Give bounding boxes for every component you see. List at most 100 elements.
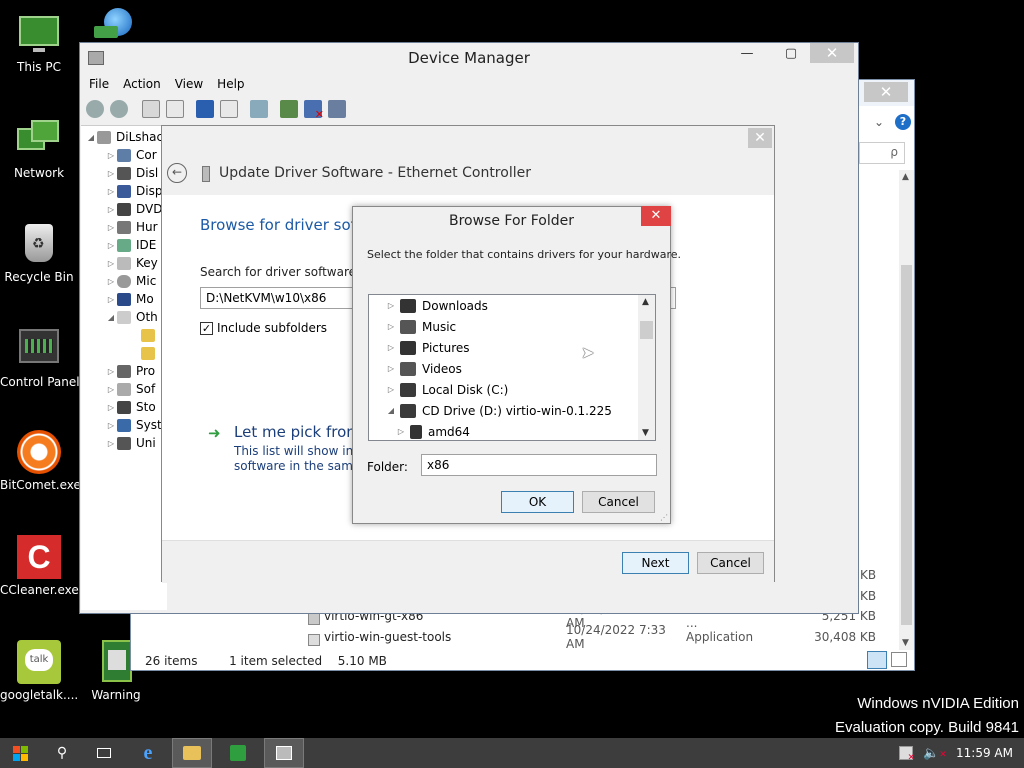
close-button[interactable]: ✕: [810, 43, 854, 63]
folder-node-pictures[interactable]: ▷ Pictures: [385, 337, 470, 358]
list-item[interactable]: virtio-win-guest-tools 10/24/2022 7:33 A…: [306, 623, 876, 651]
explorer-scrollbar[interactable]: ▲ ▼: [899, 170, 914, 650]
taskbar-device-manager[interactable]: [264, 738, 304, 768]
monitor-icon: [17, 12, 61, 56]
wizard-titlebar: ✕: [162, 126, 774, 153]
chevron-down-icon[interactable]: ⌄: [874, 115, 884, 129]
instruction-text: Select the folder that contains drivers …: [367, 248, 682, 261]
next-button[interactable]: Next: [622, 552, 689, 574]
desktop-icon-googletalk[interactable]: talk googletalk....: [0, 640, 78, 702]
tree-item[interactable]: ▷ Sof: [105, 380, 155, 398]
tree-item[interactable]: ▷ Cor: [105, 146, 157, 164]
downloads-folder-icon: [400, 298, 416, 313]
computer-icon: [117, 148, 131, 162]
warning-device-icon: [141, 346, 155, 360]
tree-item[interactable]: ◢ Oth: [105, 308, 158, 326]
forward-arrow-icon[interactable]: [110, 100, 128, 118]
folder-tree-scrollbar[interactable]: ▲ ▼: [638, 295, 655, 440]
desktop-icon-ccleaner[interactable]: C CCleaner.exe: [0, 535, 79, 597]
show-hide-tree-icon[interactable]: [166, 100, 184, 118]
clock[interactable]: 11:59 AM: [956, 746, 1013, 760]
tree-item[interactable]: ▷ Hur: [105, 218, 158, 236]
help-book-icon[interactable]: [196, 100, 214, 118]
folder-node-cd-drive[interactable]: ◢ CD Drive (D:) virtio-win-0.1.225: [385, 400, 612, 421]
folder-node-amd64[interactable]: ▷ amd64: [395, 421, 470, 440]
desktop-icon-this-pc[interactable]: This PC: [0, 12, 78, 74]
resize-grip-icon[interactable]: ⋰: [660, 513, 668, 522]
device-manager-icon: [276, 746, 292, 760]
tree-item[interactable]: ▷ DVD: [105, 200, 163, 218]
back-arrow-icon[interactable]: ←: [167, 163, 187, 183]
taskbar-internet-explorer[interactable]: e: [128, 738, 168, 768]
tree-item[interactable]: ▷ Disl: [105, 164, 158, 182]
watermark-edition: Windows nVIDIA Edition: [857, 695, 1019, 712]
tree-root[interactable]: ◢ DiLshac: [85, 128, 163, 146]
help-icon[interactable]: ?: [895, 114, 911, 130]
scan-hardware-icon[interactable]: [250, 100, 268, 118]
folder-node-local-disk[interactable]: ▷ Local Disk (C:): [385, 379, 508, 400]
folder-node-videos[interactable]: ▷ Videos: [385, 358, 462, 379]
folder-node-downloads[interactable]: ▷ Downloads: [385, 295, 488, 316]
desktop-icon-control-panel[interactable]: Control Panel: [0, 327, 80, 389]
maximize-button[interactable]: ▢: [776, 43, 806, 65]
folder-icon: [410, 424, 422, 439]
hard-drive-icon: [400, 382, 416, 397]
start-button[interactable]: [0, 738, 40, 768]
tree-item[interactable]: ▷ Key: [105, 254, 158, 272]
details-view-icon[interactable]: [867, 651, 887, 669]
scroll-up-icon[interactable]: ▲: [642, 297, 649, 307]
folder-tree[interactable]: ▷ Downloads ▷ Music ▷ Pictures ▷ Videos ▷ Loc…: [368, 294, 656, 441]
cancel-button[interactable]: Cancel: [582, 491, 655, 513]
tree-item[interactable]: ▷ Pro: [105, 362, 155, 380]
menu-view[interactable]: View: [175, 77, 203, 91]
scroll-down-icon[interactable]: ▼: [642, 428, 649, 438]
explorer-scroll-thumb[interactable]: [901, 265, 912, 625]
explorer-close-button[interactable]: ✕: [864, 82, 908, 102]
tree-item[interactable]: ▷ Mo: [105, 290, 154, 308]
tree-item[interactable]: ▷ Disp: [105, 182, 163, 200]
ok-button[interactable]: OK: [501, 491, 574, 513]
minimize-button[interactable]: —: [732, 43, 762, 65]
include-subfolders-checkbox[interactable]: ✓ Include subfolders: [200, 321, 327, 335]
browse-folder-titlebar: Browse For Folder ✕: [353, 206, 671, 233]
update-driver-icon[interactable]: [280, 100, 298, 118]
tree-item[interactable]: ▷ IDE: [105, 236, 156, 254]
tree-item[interactable]: ▷ Sto: [105, 398, 156, 416]
taskbar-file-explorer[interactable]: [172, 738, 212, 768]
enable-device-icon[interactable]: [328, 100, 346, 118]
recycle-bin-icon: ♻: [17, 222, 61, 266]
wizard-close-button[interactable]: ✕: [748, 128, 772, 148]
back-arrow-icon[interactable]: [86, 100, 104, 118]
bitcomet-icon: [17, 430, 61, 474]
tree-item[interactable]: [141, 326, 160, 344]
tree-item[interactable]: ▷ Syst: [105, 416, 162, 434]
taskbar-store[interactable]: [218, 738, 258, 768]
search-button[interactable]: ⚲: [42, 738, 82, 768]
task-view-button[interactable]: [84, 738, 124, 768]
properties-icon[interactable]: [142, 100, 160, 118]
tree-item[interactable]: ▷ Uni: [105, 434, 156, 452]
desktop-icon-recycle-bin[interactable]: ♻ Recycle Bin: [0, 222, 78, 284]
uninstall-icon[interactable]: ✕: [304, 100, 324, 121]
scroll-thumb[interactable]: [640, 321, 653, 339]
folder-label: Folder:: [367, 460, 408, 474]
folder-input[interactable]: x86: [421, 454, 657, 476]
desktop-icon-network[interactable]: Network: [0, 118, 78, 180]
ccleaner-icon: C: [17, 535, 61, 579]
tree-item[interactable]: ▷ Mic: [105, 272, 156, 290]
large-icons-view-icon[interactable]: [891, 652, 907, 667]
desktop-icon-bitcomet[interactable]: BitComet.exe: [0, 430, 81, 492]
folder-node-music[interactable]: ▷ Music: [385, 316, 456, 337]
cancel-button[interactable]: Cancel: [697, 552, 764, 574]
network-icon: [17, 118, 61, 162]
menu-file[interactable]: File: [89, 77, 109, 91]
tree-item[interactable]: [141, 344, 160, 362]
action-pane-icon[interactable]: [220, 100, 238, 118]
download-manager-icon[interactable]: [94, 6, 138, 44]
network-warning-icon[interactable]: ✕: [899, 746, 915, 763]
volume-muted-icon[interactable]: 🔈✕: [923, 746, 947, 761]
menu-help[interactable]: Help: [217, 77, 244, 91]
menu-action[interactable]: Action: [123, 77, 161, 91]
browse-close-button[interactable]: ✕: [641, 206, 671, 226]
search-box[interactable]: ρ: [859, 142, 905, 164]
